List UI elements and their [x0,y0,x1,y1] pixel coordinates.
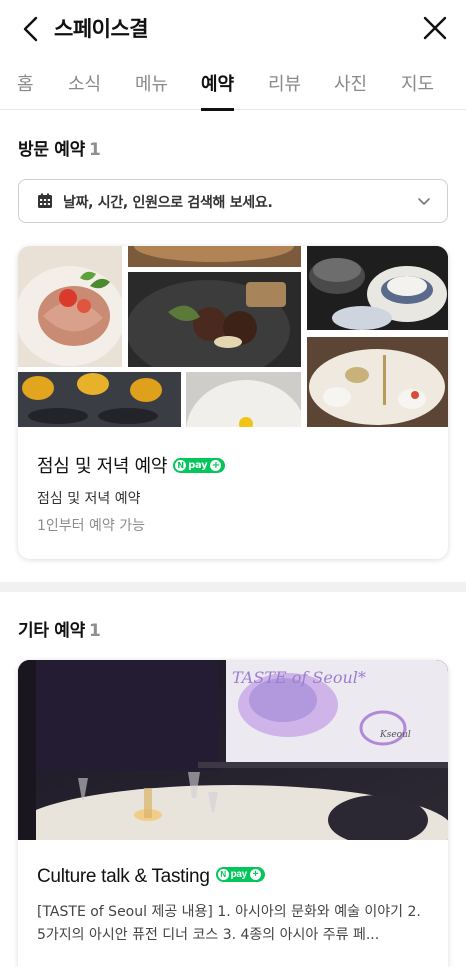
npay-badge: Npay + [173,457,226,473]
other-section-title: 기타 예약 1 [18,621,101,641]
card1-note: 1인부터 예약 가능 [37,518,145,534]
photo-bowls [307,246,448,330]
tab-map[interactable]: 지도 [401,70,434,110]
screen-title-text: TASTE of Seoul* [232,668,366,687]
card1-subtitle: 점심 및 저녁 예약 [37,491,141,507]
card2-description: [TASTE of Seoul 제공 내용] 1. 아시아의 문화와 예술 이야… [37,904,421,943]
section-divider [0,582,466,592]
tab-menu[interactable]: 메뉴 [135,70,168,110]
photo-top-dish [128,246,301,267]
chevron-down-icon [418,198,430,205]
card1-title: 점심 및 저녁 예약 Npay + [37,452,226,478]
screen-logo-text: Kseoul [380,730,411,740]
photo-event-venue: TASTE of Seoul* Kseoul [18,660,448,840]
calendar-icon [38,193,52,208]
close-icon[interactable] [422,15,448,41]
photo-pasta [18,246,122,367]
photo-plate [186,372,301,427]
other-section-count: 1 [88,621,101,641]
date-search-dropdown[interactable]: 날짜, 시간, 인원으로 검색해 보세요. [18,179,448,223]
tab-photo[interactable]: 사진 [334,70,367,110]
tab-reservation[interactable]: 예약 [201,70,235,111]
culture-talk-card[interactable]: TASTE of Seoul* Kseoul Culture talk & Ta… [18,660,448,967]
chevron-left-icon[interactable] [18,14,46,44]
visit-section-count: 1 [88,140,101,160]
lunch-dinner-reservation-card[interactable]: 점심 및 저녁 예약 Npay + 점심 및 저녁 예약 1인부터 예약 가능 [18,246,448,559]
tab-news[interactable]: 소식 [68,70,101,110]
npay-badge: Npay + [215,867,265,883]
top-bar: 스페이스결 [0,0,466,58]
photo-meat-dish [128,272,301,367]
card2-title: Culture talk & Tasting Npay + [37,866,265,888]
photo-tea-set [307,337,448,427]
tab-review[interactable]: 리뷰 [268,70,301,110]
date-search-label: 날짜, 시간, 인원으로 검색해 보세요. [63,195,273,211]
photo-mango-spoons [18,372,181,427]
page-title: 스페이스결 [54,17,149,41]
tab-home[interactable]: 홈 [17,70,34,110]
tab-bar: 홈 소식 메뉴 예약 리뷰 사진 지도 [0,58,466,111]
visit-section-title: 방문 예약 1 [18,140,101,160]
